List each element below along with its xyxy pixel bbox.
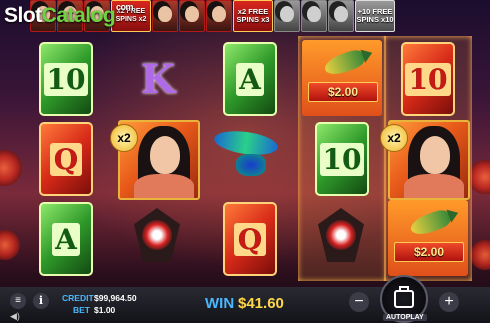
portrait-tile: [152, 0, 178, 32]
bottom-bar: ≡ i ◀) CREDIT $99,964.50 BET $1.00 WIN $…: [0, 275, 490, 323]
symbol-king: K: [133, 44, 183, 114]
portrait-tile-locked: [301, 0, 327, 32]
symbol-ten: 10: [315, 122, 369, 196]
reel-1: 10 Q A: [22, 36, 110, 281]
portrait-tile: [206, 0, 232, 32]
symbol-cell: 10: [26, 40, 106, 118]
autoplay-button[interactable]: AUTOPLAY: [383, 314, 427, 321]
koi-kite-icon: [322, 47, 366, 79]
cash-value-scroll: $2.00: [394, 242, 464, 262]
decrease-bet-button[interactable]: −: [349, 292, 369, 312]
spin-icon: [394, 286, 414, 308]
symbol-ten: 10: [401, 42, 455, 116]
win-label: WIN: [205, 295, 235, 312]
reel-2: K x2: [110, 36, 202, 281]
symbol-cell: Q: [210, 200, 290, 278]
symbol-ace: A: [223, 42, 277, 116]
symbol-glyph: Q: [233, 222, 267, 256]
logo-com: com: [116, 2, 134, 12]
sound-icon[interactable]: ◀): [10, 311, 20, 322]
portrait-tile: [179, 0, 205, 32]
slotcatalog-logo: SlotCatalog com: [4, 2, 134, 28]
symbol-glyph: A: [236, 62, 264, 96]
symbol-glyph: Q: [49, 142, 83, 176]
symbol-cell: 10: [302, 120, 382, 198]
symbol-koi-cash: $2.00: [302, 40, 382, 116]
symbol-peacock: [212, 126, 282, 178]
symbol-glyph: 10: [404, 62, 452, 96]
symbol-kite-mask: [122, 204, 194, 276]
menu-button[interactable]: ≡: [10, 293, 26, 309]
reel-area: 10 Q A K x2 A Q $2.00 10 10 x2 $2.00: [22, 36, 472, 281]
reel-4: $2.00 10: [298, 36, 386, 281]
symbol-cell: Q: [26, 120, 106, 198]
free-spins-tag-3: +10 FREE SPINS x10: [355, 0, 395, 32]
symbol-glyph: 10: [319, 142, 365, 176]
free-spins-tag-2: x2 FREE SPINS x3: [233, 0, 273, 32]
symbol-queen: Q: [223, 202, 277, 276]
reel-5: 10 x2 $2.00: [380, 36, 472, 281]
credit-label: CREDIT: [62, 293, 94, 303]
portrait-tile-locked: [274, 0, 300, 32]
cash-value-scroll: $2.00: [308, 82, 378, 102]
symbol-glyph: 10: [43, 62, 89, 96]
symbol-cell: A: [26, 200, 106, 278]
multiplier-badge: x2: [380, 124, 408, 152]
symbol-glyph: A: [52, 222, 80, 256]
info-button[interactable]: i: [33, 293, 49, 309]
symbol-cell: K: [118, 40, 198, 118]
symbol-cell: A: [210, 40, 290, 118]
symbol-queen: Q: [39, 122, 93, 196]
symbol-ace: A: [39, 202, 93, 276]
symbol-cell: 10: [388, 40, 468, 118]
symbol-glyph: K: [140, 55, 176, 103]
win-value: $41.60: [238, 295, 284, 312]
symbol-kite-mask: [306, 204, 378, 276]
symbol-ten: 10: [39, 42, 93, 116]
reel-3: A Q: [206, 36, 294, 281]
logo-slot: Slot: [4, 4, 42, 27]
logo-catalog: Catalog: [41, 4, 116, 27]
credit-value: $99,964.50: [94, 293, 137, 303]
portrait-tile-locked: [328, 0, 354, 32]
bet-value: $1.00: [94, 305, 116, 315]
symbol-koi-cash: $2.00: [388, 200, 468, 276]
bet-label: BET: [73, 305, 90, 315]
increase-bet-button[interactable]: +: [439, 292, 459, 312]
koi-kite-icon: [408, 207, 452, 239]
multiplier-badge: x2: [110, 124, 138, 152]
